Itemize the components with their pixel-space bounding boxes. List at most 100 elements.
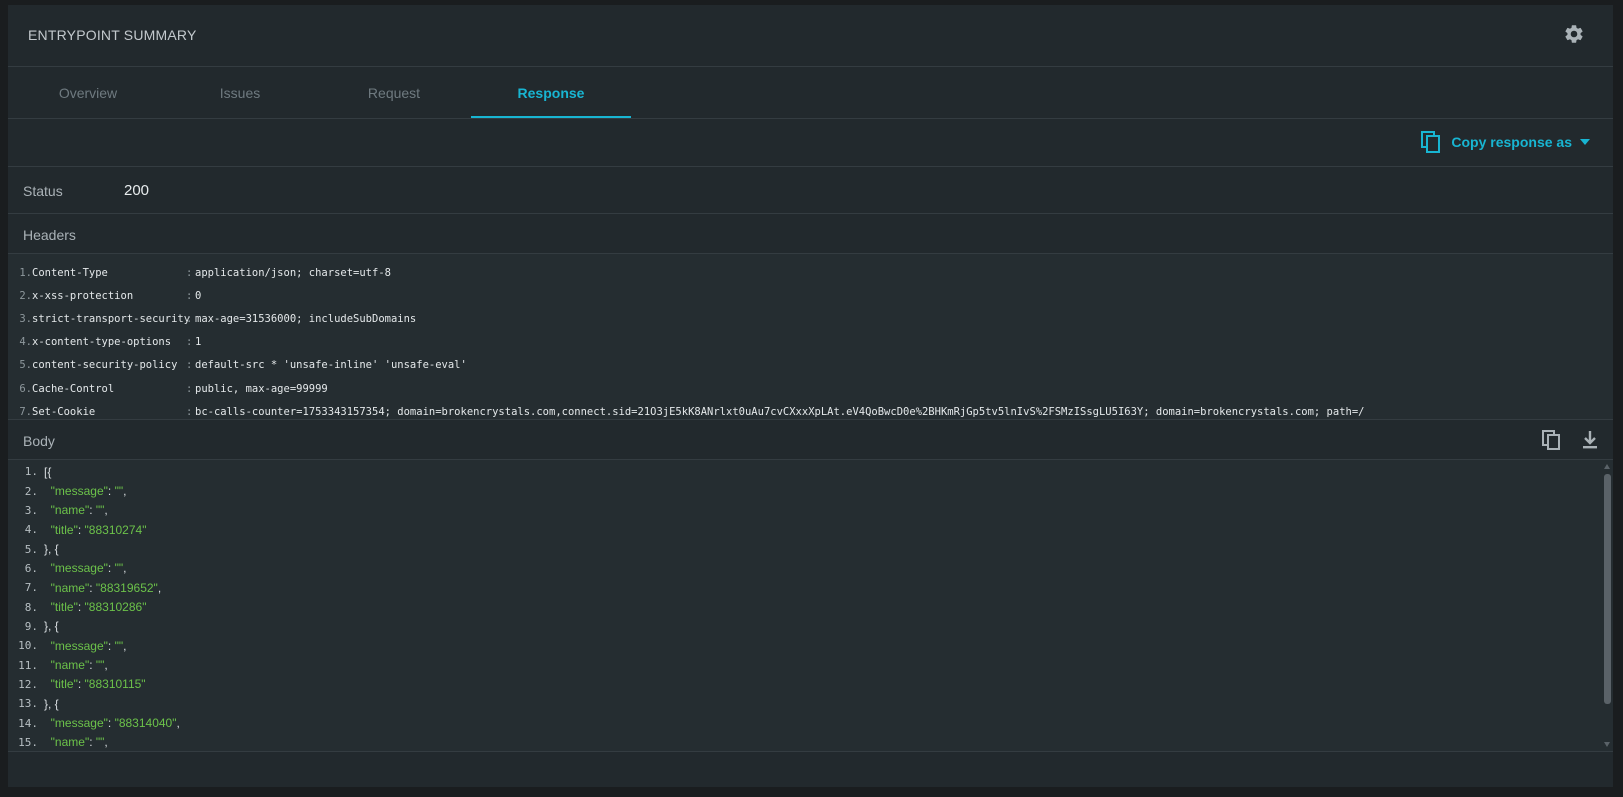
line-number: 7. [24, 581, 38, 595]
header-row: 1. Content-Type : application/json; char… [8, 261, 1613, 284]
header-row: 2. x-xss-protection : 0 [8, 284, 1613, 307]
status-value: 200 [124, 182, 150, 199]
code-line: 6. "message": "", [8, 559, 1613, 578]
headers-label: Headers [23, 227, 76, 243]
header-row-number: 7. [19, 405, 32, 418]
line-number: 4. [24, 523, 38, 537]
header-separator: : [186, 405, 193, 418]
response-body-editor[interactable]: 1. [{ 2. "message": "", 3. "name": "", 4.… [8, 460, 1613, 752]
code-line: 9. }, { [8, 617, 1613, 636]
line-number: 11. [18, 658, 38, 672]
line-text: "title": "88310274" [50, 522, 147, 537]
code-line: 10. "message": "", [8, 636, 1613, 655]
headers-section-header: Headers [8, 214, 1613, 254]
gear-icon[interactable] [1563, 23, 1585, 45]
line-text: "title": "88310115" [50, 677, 146, 692]
header-key: Set-Cookie [32, 405, 96, 418]
tab-response[interactable]: Response [471, 67, 631, 118]
entrypoint-summary-panel: ENTRYPOINT SUMMARY Overview Issues Reque… [8, 5, 1613, 787]
tab-issues[interactable]: Issues [160, 67, 320, 118]
header-value: public, max-age=99999 [195, 382, 328, 395]
header-separator: : [186, 359, 193, 372]
copy-body-icon[interactable] [1541, 429, 1563, 451]
line-number: 8. [24, 600, 38, 614]
code-line: 13. }, { [8, 694, 1613, 713]
line-text: }, { [44, 542, 59, 557]
line-text: "name": "", [50, 735, 108, 750]
status-label: Status [23, 183, 63, 199]
code-line: 1. [{ [8, 462, 1613, 481]
header-separator: : [186, 266, 193, 279]
copy-response-as-button[interactable]: Copy response as [1421, 131, 1590, 153]
line-text: "message": "", [50, 638, 127, 653]
code-lines: 1. [{ 2. "message": "", 3. "name": "", 4.… [8, 460, 1613, 751]
line-text: "message": "", [50, 561, 127, 576]
tab-overview[interactable]: Overview [8, 67, 168, 118]
tab-bar: Overview Issues Request Response [8, 67, 1613, 119]
line-number: 14. [18, 716, 38, 730]
line-text: "message": "88314040", [50, 716, 180, 731]
response-toolbar: Copy response as [8, 119, 1613, 167]
scroll-thumb[interactable] [1604, 474, 1611, 704]
line-number: 5. [24, 542, 38, 556]
header-row-number: 5. [19, 359, 32, 372]
header-key: strict-transport-security [32, 312, 191, 325]
panel-title: ENTRYPOINT SUMMARY [28, 27, 197, 43]
download-icon[interactable] [1579, 429, 1601, 451]
header-key: x-xss-protection [32, 289, 134, 302]
header-row: 4. x-content-type-options : 1 [8, 331, 1613, 354]
line-text: [{ [44, 464, 52, 479]
line-number: 12. [18, 677, 38, 691]
header-value: max-age=31536000; includeSubDomains [195, 312, 417, 325]
code-line: 2. "message": "", [8, 481, 1613, 500]
code-line: 7. "name": "88319652", [8, 578, 1613, 597]
header-value: default-src * 'unsafe-inline' 'unsafe-ev… [195, 359, 467, 372]
header-row: 3. strict-transport-security : max-age=3… [8, 307, 1613, 330]
line-number: 15. [18, 735, 38, 749]
code-line: 4. "title": "88310274" [8, 520, 1613, 539]
scroll-up-arrow-icon[interactable] [1604, 464, 1610, 469]
body-label: Body [23, 433, 55, 449]
header-value: bc-calls-counter=1753343157354; domain=b… [195, 405, 1365, 418]
code-line: 8. "title": "88310286" [8, 597, 1613, 616]
line-text: "name": "88319652", [50, 580, 162, 595]
line-number: 9. [24, 619, 38, 633]
line-number: 1. [24, 465, 38, 479]
line-text: "title": "88310286" [50, 600, 147, 615]
header-row: 6. Cache-Control : public, max-age=99999 [8, 377, 1613, 400]
header-value: application/json; charset=utf-8 [195, 266, 391, 279]
chevron-down-icon [1580, 139, 1590, 145]
code-line: 11. "name": "", [8, 655, 1613, 674]
header-key: x-content-type-options [32, 336, 172, 349]
line-text: "name": "", [50, 503, 108, 518]
line-number: 13. [18, 697, 38, 711]
headers-table: 1. Content-Type : application/json; char… [8, 254, 1613, 420]
code-line: 15. "name": "", [8, 733, 1613, 751]
title-bar: ENTRYPOINT SUMMARY [8, 5, 1613, 67]
code-line: 3. "name": "", [8, 501, 1613, 520]
scroll-down-arrow-icon[interactable] [1604, 742, 1610, 747]
line-number: 6. [24, 561, 38, 575]
line-number: 2. [24, 484, 38, 498]
line-text: }, { [44, 696, 59, 711]
tab-request[interactable]: Request [314, 67, 474, 118]
code-line: 5. }, { [8, 539, 1613, 558]
header-separator: : [186, 289, 193, 302]
header-row-number: 6. [19, 382, 32, 395]
header-value: 1 [195, 336, 202, 349]
header-separator: : [186, 336, 193, 349]
line-text: "message": "", [50, 484, 127, 499]
header-row-number: 2. [19, 289, 32, 302]
body-scrollbar[interactable] [1604, 464, 1611, 747]
header-row-number: 1. [19, 266, 32, 279]
code-line: 14. "message": "88314040", [8, 713, 1613, 732]
header-separator: : [186, 382, 193, 395]
body-section-header: Body [8, 420, 1613, 460]
header-key: Cache-Control [32, 382, 115, 395]
line-text: "name": "", [50, 658, 108, 673]
line-number: 3. [24, 503, 38, 517]
line-number: 10. [18, 639, 38, 653]
status-row: Status 200 [8, 167, 1613, 214]
line-text: }, { [44, 619, 59, 634]
header-value: 0 [195, 289, 202, 302]
